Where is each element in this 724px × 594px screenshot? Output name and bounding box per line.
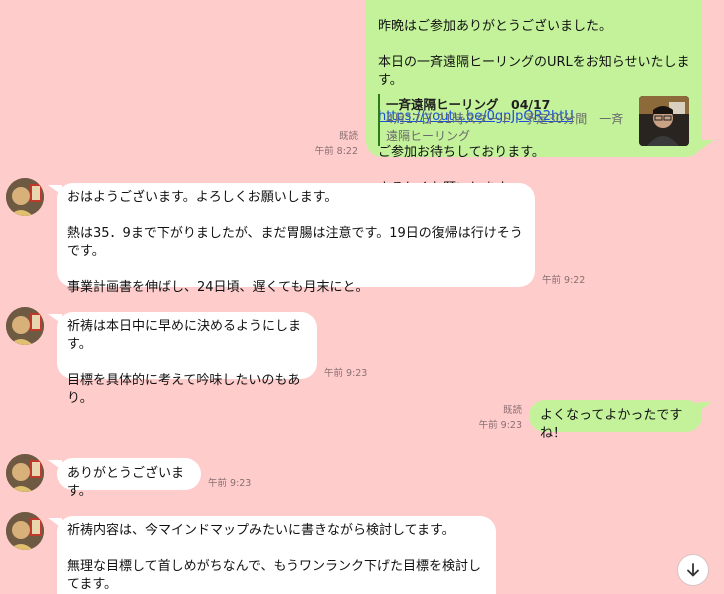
arrow-down-icon <box>687 563 699 577</box>
timestamp: 午前 9:23 <box>208 478 252 489</box>
message-line: 昨晩はご参加ありがとうございました。 <box>378 19 613 34</box>
preview-thumbnail <box>639 96 689 146</box>
timestamp: 午前 9:23 <box>478 420 522 431</box>
user-avatar[interactable] <box>6 307 44 345</box>
bubble-tail <box>700 140 714 150</box>
received-message[interactable]: 祈祷は本日中に早めに決めるようにします。 目標を具体的に考えて吟味したいのもあり… <box>57 312 317 406</box>
message-line: 本日の一斉遠隔ヒーリングのURLをお知らせいたします。 <box>378 55 690 88</box>
preview-description: 4月17日 21時スタート 予定30分間 一斉遠隔ヒーリング <box>386 112 624 143</box>
timestamp: 午前 9:22 <box>542 275 586 286</box>
user-avatar[interactable] <box>6 178 44 216</box>
sent-message[interactable]: よくなってよかったですね！ <box>529 400 702 441</box>
user-avatar[interactable] <box>6 512 44 550</box>
received-message[interactable]: 祈祷内容は、今マインドマップみたいに書きながら検討してます。 無理な目標して首し… <box>57 516 496 594</box>
user-avatar[interactable] <box>6 454 44 492</box>
read-receipt: 既読 <box>502 405 522 416</box>
timestamp: 午前 9:23 <box>324 368 368 379</box>
scroll-to-bottom-button[interactable] <box>677 554 709 586</box>
bubble-tail <box>698 402 712 412</box>
received-message[interactable]: ありがとうございます。 <box>57 458 201 499</box>
link-preview-card[interactable]: 一斉遠隔ヒーリング 04/17 4月17日 21時スタート 予定30分間 一斉遠… <box>378 92 690 150</box>
preview-accent-bar <box>378 94 380 146</box>
read-receipt: 既読 <box>338 131 358 142</box>
received-message[interactable]: おはようございます。よろしくお願いします。 熱は35．9まで下がりましたが、まだ… <box>57 183 535 295</box>
timestamp: 午前 8:22 <box>314 146 358 157</box>
